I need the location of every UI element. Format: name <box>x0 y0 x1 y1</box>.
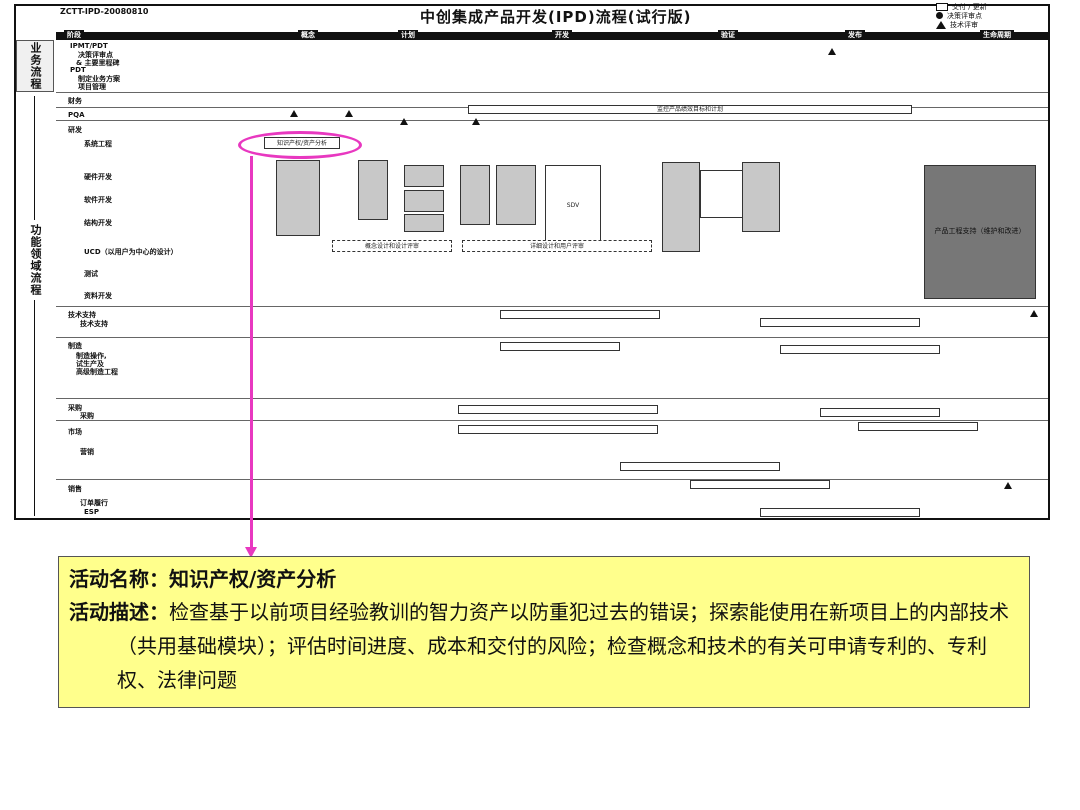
section-divider <box>56 420 1048 421</box>
phase-verify: 验证 <box>718 30 738 40</box>
verify-box <box>742 162 780 232</box>
purchase-box <box>458 405 658 414</box>
row-label: 结构开发 <box>84 219 112 227</box>
section-divider <box>56 92 1048 93</box>
row-label: UCD（以用户为中心的设计） <box>84 248 178 256</box>
phase-develop: 开发 <box>552 30 572 40</box>
row-label: 订单履行 <box>80 499 108 507</box>
decision-point-icon <box>936 12 943 19</box>
tech-review-triangle-icon <box>936 20 946 29</box>
pink-connector-line <box>250 156 253 549</box>
business-process-label: 业务流程 <box>16 40 54 92</box>
marketing-box <box>620 462 780 471</box>
market-box <box>458 425 658 434</box>
activity-callout: 活动名称：知识产权/资产分析 活动描述：检查基于以前项目经验教训的智力资产以防重… <box>58 556 1030 708</box>
dev-box <box>496 165 536 225</box>
market-box <box>858 422 978 431</box>
activity-name-value: 知识产权/资产分析 <box>169 567 337 591</box>
ucd-concept-box: 概念设计和设计评审 <box>332 240 452 252</box>
support-box <box>500 310 660 319</box>
activity-desc-value: 检查基于以前项目经验教训的智力资产以防重犯过去的错误；探索能使用在新项目上的内部… <box>117 600 1009 692</box>
product-engineering-box: 产品工程支持（维护和改进） <box>924 165 1036 299</box>
chart-title: 中创集成产品开发(IPD)流程(试行版) <box>420 8 692 26</box>
phase-lifecycle: 生命周期 <box>980 30 1014 40</box>
svt-box <box>662 162 700 252</box>
section-divider <box>56 120 1048 121</box>
highlight-oval <box>238 131 362 159</box>
section-divider <box>56 306 1048 307</box>
row-label: 高级制造工程 <box>76 368 118 376</box>
functional-arrow-line <box>34 96 35 516</box>
row-label: 资料开发 <box>84 292 112 300</box>
document-id: ZCTT-IPD-20080810 <box>60 7 149 16</box>
system-design-box <box>276 160 320 236</box>
functional-process-label: 功能领域流程 <box>16 220 54 300</box>
row-label: 财务 <box>68 97 82 105</box>
row-label: 系统工程 <box>84 140 112 148</box>
dev-box <box>460 165 490 225</box>
section-divider <box>56 479 1048 480</box>
phase-stage: 阶段 <box>64 30 84 40</box>
milestone-triangle-icon <box>400 118 408 125</box>
activity-name-label: 活动名称： <box>69 567 169 591</box>
activity-desc-line: 活动描述：检查基于以前项目经验教训的智力资产以防重犯过去的错误；探索能使用在新项… <box>69 595 1019 697</box>
row-label: 制造 <box>68 342 82 350</box>
legend-item-tech-review: 技术评审 <box>936 20 1040 29</box>
phase-release: 发布 <box>845 30 865 40</box>
ucd-detail-box: 详细设计和用户评审 <box>462 240 652 252</box>
mfg-box <box>780 345 940 354</box>
row-label: 技术支持 <box>80 320 108 328</box>
row-label: 采购 <box>80 412 94 420</box>
legend: 交付 / 更新 决策评审点 技术评审 <box>936 2 1040 29</box>
milestone-triangle-icon <box>828 48 836 55</box>
milestone-triangle-icon <box>1004 482 1012 489</box>
hw-box <box>404 165 444 187</box>
activity-name-line: 活动名称：知识产权/资产分析 <box>69 563 1019 595</box>
phase-plan: 计划 <box>398 30 418 40</box>
row-label: ESP <box>84 508 99 516</box>
row-label: 项目管理 <box>78 83 106 91</box>
row-label: PDT <box>70 66 86 74</box>
sales-box <box>690 480 830 489</box>
row-label: 硬件开发 <box>84 173 112 181</box>
row-label: 软件开发 <box>84 196 112 204</box>
row-label: 研发 <box>68 126 82 134</box>
ipd-process-chart <box>14 4 1050 520</box>
section-divider <box>56 337 1048 338</box>
activity-desc-label: 活动描述： <box>69 600 169 624</box>
milestone-triangle-icon <box>345 110 353 117</box>
section-divider <box>56 398 1048 399</box>
esp-box <box>760 508 920 517</box>
milestone-triangle-icon <box>1030 310 1038 317</box>
milestone-triangle-icon <box>472 118 480 125</box>
row-label: 营销 <box>80 448 94 456</box>
milestone-triangle-icon <box>290 110 298 117</box>
sdv-box: SDV <box>545 165 601 245</box>
support-box <box>760 318 920 327</box>
row-label: 销售 <box>68 485 82 493</box>
purchase-box <box>820 408 940 417</box>
struct-box <box>404 214 444 232</box>
row-label: PQA <box>68 111 85 119</box>
deliverable-box-icon <box>936 2 948 11</box>
mfg-box <box>500 342 620 351</box>
overall-target-box: 监控产品绩效目标和计划 <box>468 105 912 114</box>
row-label: IPMT/PDT <box>70 42 108 50</box>
row-label: 市场 <box>68 428 82 436</box>
row-label: 测试 <box>84 270 98 278</box>
arch-box <box>358 160 388 220</box>
sw-box <box>404 190 444 212</box>
beta-box <box>700 170 744 218</box>
phase-concept: 概念 <box>298 30 318 40</box>
